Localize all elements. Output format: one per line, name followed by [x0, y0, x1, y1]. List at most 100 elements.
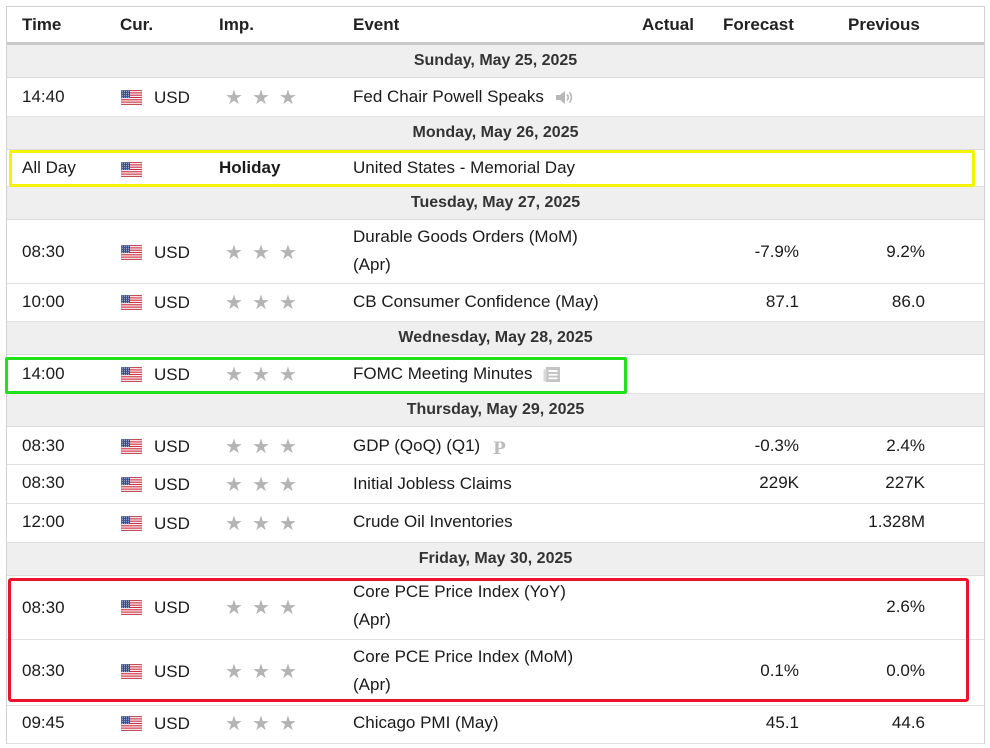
event-name[interactable]: Durable Goods Orders (MoM) (Apr) [353, 223, 578, 279]
previous-value: 9.2% [886, 242, 925, 261]
event-currency: USD [154, 662, 190, 681]
star-icon: ★ [279, 597, 297, 619]
importance-stars: ★ ★ ★ [218, 88, 298, 108]
previous-value: 0.0% [886, 661, 925, 680]
forecast-value: 87.1 [765, 292, 799, 311]
event-time: 09:45 [22, 713, 65, 732]
header-actual[interactable]: Actual [642, 15, 694, 35]
star-icon: ★ [279, 364, 297, 386]
star-icon: ★ [225, 364, 243, 386]
importance-stars: ★ ★ ★ [218, 662, 298, 682]
table-row[interactable]: 08:30 USD ★ ★ ★ Core PCE Price Index (MoM)… [7, 640, 984, 706]
table-row[interactable]: 14:40 USD ★ ★ ★ Fed Chair Powell Speaks [7, 78, 984, 117]
event-name[interactable]: GDP (QoQ) (Q1) P [353, 436, 506, 459]
header-forecast[interactable]: Forecast [723, 15, 794, 35]
event-name[interactable]: Crude Oil Inventories [353, 512, 513, 532]
us-flag-icon [121, 716, 142, 731]
table-row[interactable]: 08:30 USD ★ ★ ★ GDP (QoQ) (Q1) P -0.3% 2.4… [7, 427, 984, 465]
importance-stars: ★ ★ ★ [218, 293, 298, 313]
table-row[interactable]: 12:00 USD ★ ★ ★ Crude Oil Inventories 1.32… [7, 504, 984, 543]
event-currency: USD [154, 437, 190, 456]
star-icon: ★ [252, 292, 270, 314]
event-time: 08:30 [22, 436, 65, 455]
event-name[interactable]: CB Consumer Confidence (May) [353, 292, 599, 312]
event-currency: USD [154, 88, 190, 107]
us-flag-icon [121, 295, 142, 310]
event-time: 08:30 [22, 661, 65, 680]
star-icon: ★ [279, 513, 297, 535]
star-icon: ★ [279, 292, 297, 314]
us-flag-icon [121, 367, 142, 382]
star-icon: ★ [279, 474, 297, 496]
previous-value: 86.0 [891, 292, 925, 311]
star-icon: ★ [279, 87, 297, 109]
star-icon: ★ [225, 597, 243, 619]
event-name[interactable]: Fed Chair Powell Speaks [353, 87, 573, 107]
star-icon: ★ [225, 474, 243, 496]
event-currency: USD [154, 243, 190, 262]
star-icon: ★ [225, 713, 243, 735]
event-currency: USD [154, 714, 190, 733]
previous-value: 2.6% [886, 597, 925, 616]
previous-value: 2.4% [886, 436, 925, 455]
importance-stars: ★ ★ ★ [218, 514, 298, 534]
event-time: 10:00 [22, 292, 65, 311]
previous-value: 44.6 [891, 713, 925, 732]
importance-stars: ★ ★ ★ [218, 437, 298, 457]
header-time[interactable]: Time [22, 15, 61, 35]
star-icon: ★ [225, 436, 243, 458]
us-flag-icon [121, 245, 142, 260]
star-icon: ★ [252, 436, 270, 458]
star-icon: ★ [252, 597, 270, 619]
speaker-icon[interactable] [555, 90, 573, 105]
us-flag-icon [121, 600, 142, 615]
us-flag-icon [121, 90, 142, 105]
star-icon: ★ [252, 661, 270, 683]
table-row[interactable]: All Day Holiday United States - Memorial… [7, 150, 984, 187]
forecast-value: 0.1% [760, 661, 799, 680]
table-row[interactable]: 08:30 USD ★ ★ ★ Core PCE Price Index (YoY)… [7, 576, 984, 640]
event-currency: USD [154, 598, 190, 617]
star-icon: ★ [225, 292, 243, 314]
header-previous[interactable]: Previous [848, 15, 920, 35]
day-header: Monday, May 26, 2025 [7, 117, 984, 150]
event-time: 08:30 [22, 473, 65, 492]
header-event[interactable]: Event [353, 15, 399, 35]
us-flag-icon [121, 664, 142, 679]
table-row[interactable]: 09:45 USD ★ ★ ★ Chicago PMI (May) 45.1 44.… [7, 706, 984, 744]
event-time: 12:00 [22, 512, 65, 531]
day-header: Sunday, May 25, 2025 [7, 45, 984, 78]
us-flag-icon [121, 477, 142, 492]
day-header: Thursday, May 29, 2025 [7, 394, 984, 427]
star-icon: ★ [252, 242, 270, 264]
event-currency: USD [154, 293, 190, 312]
event-name[interactable]: Initial Jobless Claims [353, 474, 512, 494]
importance-stars: ★ ★ ★ [218, 365, 298, 385]
table-row[interactable]: 14:00 USD ★ ★ ★ FOMC Meeting Minutes [7, 355, 984, 394]
event-name[interactable]: Core PCE Price Index (YoY) (Apr) [353, 578, 566, 634]
event-name[interactable]: Core PCE Price Index (MoM) (Apr) [353, 643, 573, 699]
forecast-value: -7.9% [754, 242, 799, 261]
document-icon[interactable] [543, 366, 561, 383]
us-flag-icon [121, 516, 142, 531]
event-name[interactable]: United States - Memorial Day [353, 158, 575, 178]
table-row[interactable]: 10:00 USD ★ ★ ★ CB Consumer Confidence (Ma… [7, 284, 984, 322]
event-name[interactable]: Chicago PMI (May) [353, 713, 498, 733]
event-currency: USD [154, 365, 190, 384]
importance-stars: ★ ★ ★ [218, 598, 298, 618]
star-icon: ★ [279, 713, 297, 735]
header-currency[interactable]: Cur. [120, 15, 153, 35]
event-name[interactable]: FOMC Meeting Minutes [353, 364, 561, 384]
table-row[interactable]: 08:30 USD ★ ★ ★ Initial Jobless Claims 229… [7, 465, 984, 504]
forecast-value: 229K [759, 473, 799, 492]
star-icon: ★ [279, 242, 297, 264]
importance-stars: ★ ★ ★ [218, 714, 298, 734]
star-icon: ★ [252, 87, 270, 109]
table-row[interactable]: 08:30 USD ★ ★ ★ Durable Goods Orders (MoM)… [7, 220, 984, 284]
forecast-value: 45.1 [765, 713, 799, 732]
header-importance[interactable]: Imp. [219, 15, 254, 35]
preliminary-badge: P [492, 439, 506, 459]
star-icon: ★ [252, 513, 270, 535]
importance-stars: ★ ★ ★ [218, 243, 298, 263]
star-icon: ★ [252, 474, 270, 496]
